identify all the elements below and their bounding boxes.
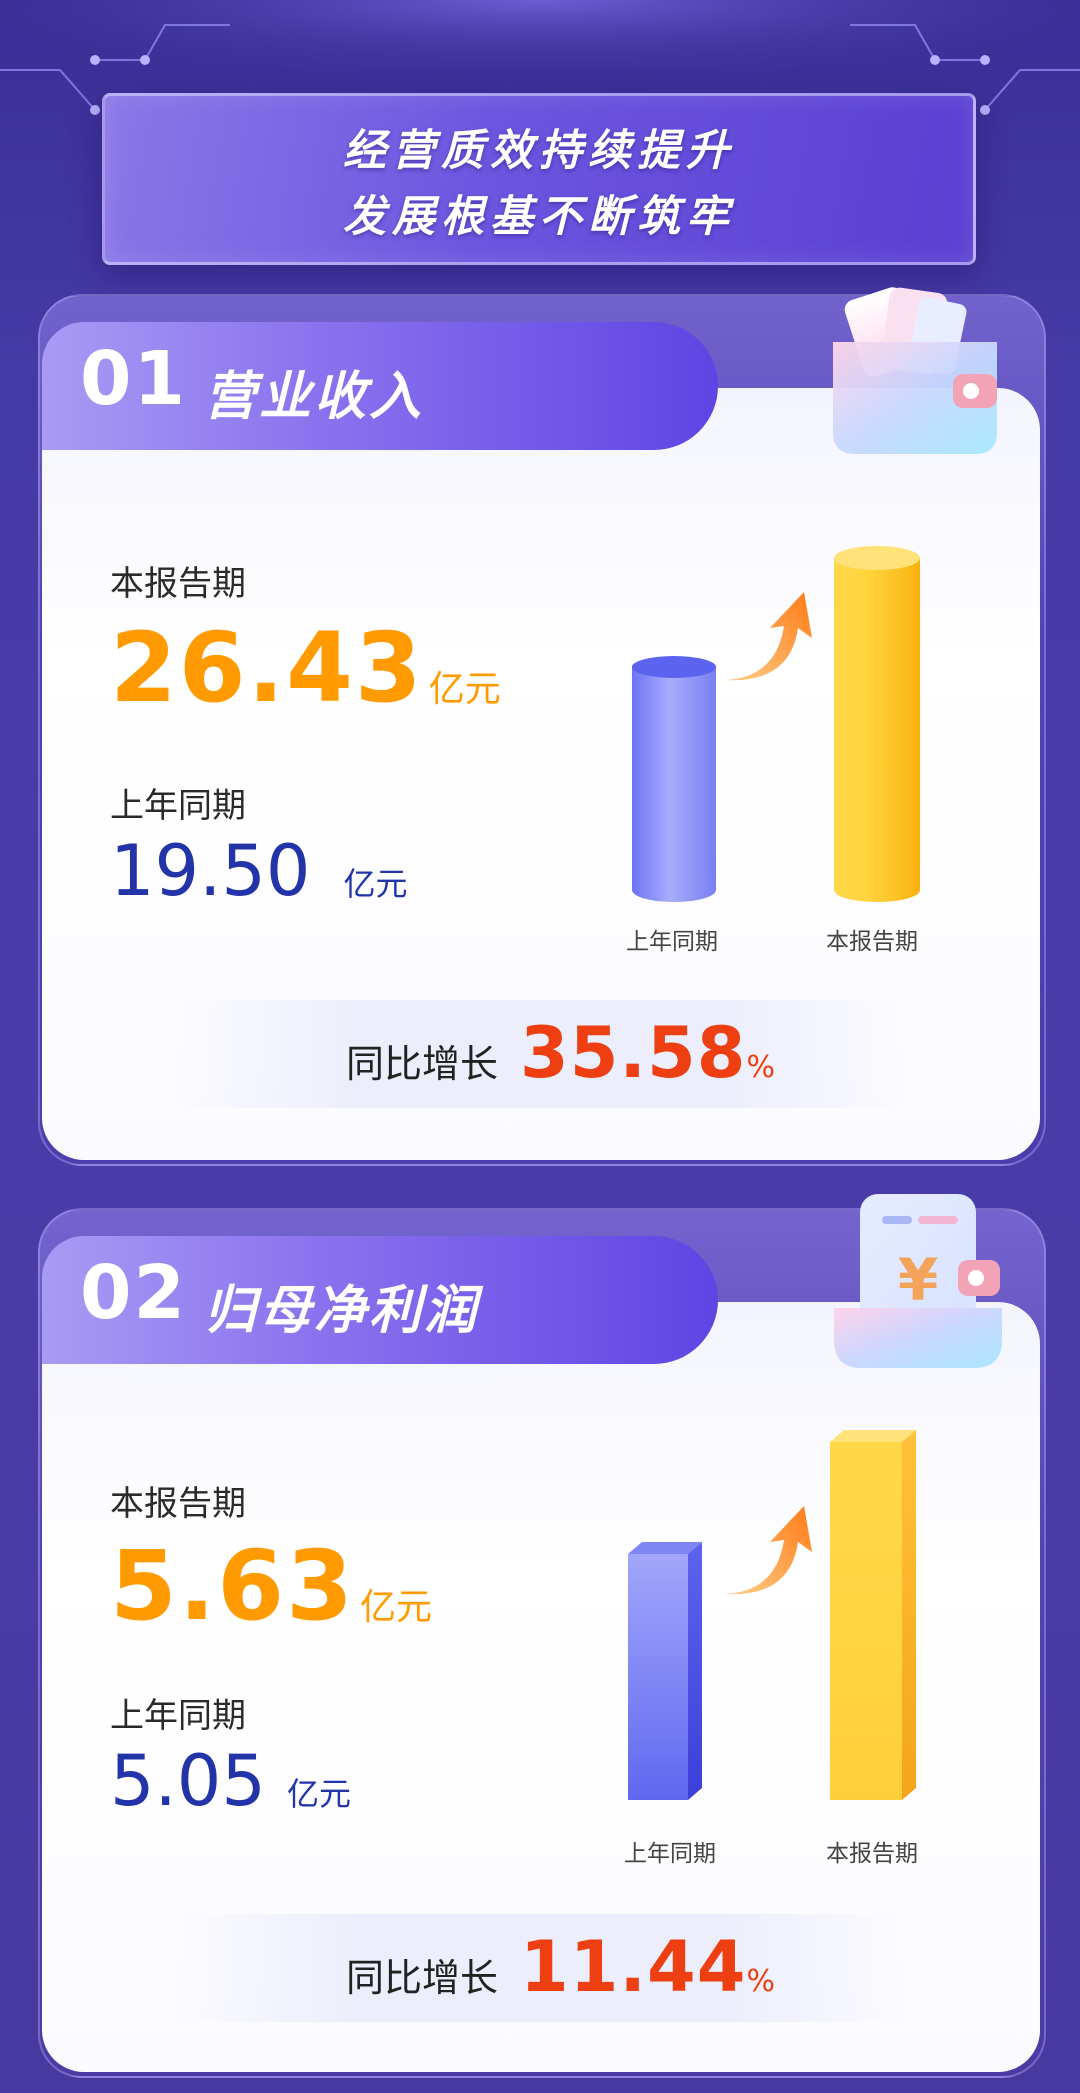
bar-current <box>834 558 920 902</box>
current-value-group: 26.43 亿元 <box>110 612 501 724</box>
up-arrow-icon <box>724 592 812 681</box>
bar-previous-top <box>632 656 716 678</box>
yuan-wallet-icon: ¥ <box>834 1194 1002 1368</box>
headline-line-1: 经营质效持续提升 <box>343 126 735 176</box>
bar-current <box>830 1430 916 1800</box>
section-title: 归母净利润 <box>204 1281 480 1341</box>
growth-group: 同比增长 35.58 % <box>346 1012 775 1102</box>
current-value: 26.43 <box>110 612 424 724</box>
previous-value: 5.05 <box>110 1740 266 1822</box>
up-arrow-icon <box>724 1506 812 1595</box>
previous-period-label: 上年同期 <box>110 786 246 826</box>
current-period-label: 本报告期 <box>110 1484 246 1524</box>
growth-value: 11.44 <box>520 1926 747 2008</box>
growth-label: 同比增长 <box>346 1956 499 2000</box>
svg-text:¥: ¥ <box>898 1246 938 1314</box>
current-value: 5.63 <box>110 1530 355 1642</box>
section-number: 01 <box>80 336 187 422</box>
growth-unit: % <box>746 1964 775 1999</box>
previous-unit: 亿元 <box>286 1775 351 1813</box>
axis-label-current: 本报告期 <box>826 929 918 955</box>
headline-line-2: 发展根基不断筑牢 <box>343 192 735 242</box>
growth-value: 35.58 <box>520 1012 747 1094</box>
current-value-group: 5.63 亿元 <box>110 1530 432 1642</box>
current-unit: 亿元 <box>359 1587 432 1628</box>
growth-unit: % <box>746 1050 775 1085</box>
axis-label-current: 本报告期 <box>826 1841 918 1867</box>
growth-label: 同比增长 <box>346 1042 499 1086</box>
bar-current-top <box>834 546 920 570</box>
section-number: 02 <box>80 1250 187 1336</box>
revenue-tab: 01 营业收入 <box>42 322 718 450</box>
previous-unit: 亿元 <box>343 865 408 903</box>
wallet-cards-icon <box>833 287 997 454</box>
profit-tab: 02 归母净利润 <box>42 1236 718 1364</box>
headline-box: 经营质效持续提升 发展根基不断筑牢 <box>102 93 976 265</box>
axis-label-previous: 上年同期 <box>626 929 718 955</box>
profit-bar-chart <box>628 1430 916 1800</box>
previous-period-label: 上年同期 <box>110 1696 246 1736</box>
bar-previous <box>632 666 716 902</box>
previous-value-group: 5.05 亿元 <box>110 1740 351 1822</box>
axis-label-previous: 上年同期 <box>624 1841 716 1867</box>
previous-value-group: 19.50 亿元 <box>110 830 408 912</box>
current-unit: 亿元 <box>428 669 501 710</box>
previous-value: 19.50 <box>110 830 311 912</box>
bar-previous <box>628 1542 702 1800</box>
growth-group: 同比增长 11.44 % <box>346 1926 775 2016</box>
section-title: 营业收入 <box>204 367 425 427</box>
current-period-label: 本报告期 <box>110 564 246 604</box>
